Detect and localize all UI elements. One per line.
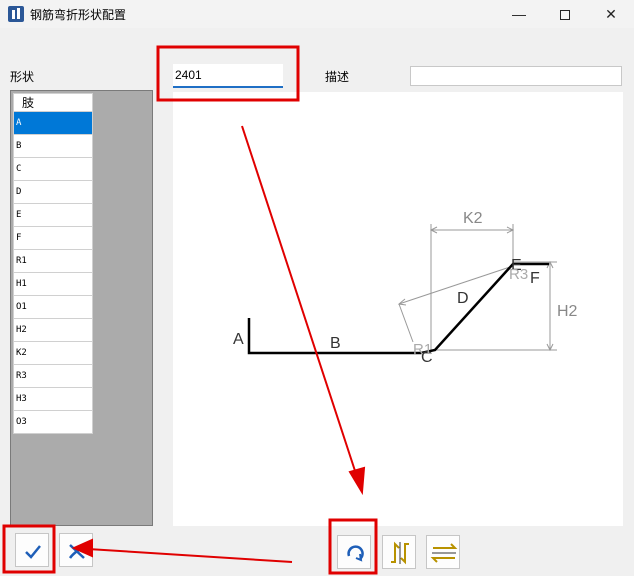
leg-row[interactable]: R3 xyxy=(13,364,93,388)
shape-drawing: A B C D E F R1 R3 K2 H2 xyxy=(233,210,578,366)
leg-cell[interactable]: H2 xyxy=(13,318,93,342)
radius-label-r3: R3 xyxy=(509,266,528,283)
close-button[interactable]: ✕ xyxy=(588,0,634,28)
leg-cell[interactable]: D xyxy=(13,180,93,204)
leg-cell[interactable]: C xyxy=(13,157,93,181)
leg-label-f: F xyxy=(530,270,540,287)
mirror-vertical-button[interactable] xyxy=(426,535,460,569)
leg-row[interactable]: K2 xyxy=(13,341,93,365)
minimize-icon: — xyxy=(512,6,526,22)
mirror-vertical-icon xyxy=(430,543,458,563)
description-input[interactable] xyxy=(410,66,622,86)
leg-label-b: B xyxy=(330,335,341,352)
minimize-button[interactable]: — xyxy=(496,0,542,28)
leg-list-panel: 肢 A B C D E F R1 H1 O1 H2 K2 R3 H3 O3 xyxy=(10,90,153,526)
description-label: 描述 xyxy=(325,70,350,84)
leg-row[interactable]: B xyxy=(13,134,93,158)
shape-preview-canvas[interactable]: A B C D E F R1 R3 K2 H2 xyxy=(173,92,623,526)
leg-row[interactable]: H2 xyxy=(13,318,93,342)
d-extension-line xyxy=(398,303,414,343)
leg-table: 肢 A B C D E F R1 H1 O1 H2 K2 R3 H3 O3 xyxy=(13,93,93,434)
leg-cell[interactable]: E xyxy=(13,203,93,227)
leg-row[interactable]: E xyxy=(13,203,93,227)
confirm-button[interactable] xyxy=(15,533,49,567)
rotate-icon xyxy=(347,545,364,562)
leg-cell[interactable]: F xyxy=(13,226,93,250)
cancel-button[interactable] xyxy=(59,533,93,567)
leg-cell[interactable]: O3 xyxy=(13,410,93,434)
d-dimension-line xyxy=(398,265,514,305)
rebar-shape-path xyxy=(247,262,549,355)
radius-label-r1: R1 xyxy=(413,341,432,358)
leg-row[interactable]: D xyxy=(13,180,93,204)
leg-cell[interactable]: K2 xyxy=(13,341,93,365)
cancel-icon xyxy=(68,544,85,559)
leg-cell[interactable]: A xyxy=(13,111,93,135)
annotation-arrow-to-cancel xyxy=(87,548,293,563)
leg-cell[interactable]: R1 xyxy=(13,249,93,273)
leg-cell[interactable]: R3 xyxy=(13,364,93,388)
leg-row[interactable]: A xyxy=(13,111,93,135)
leg-label-a: A xyxy=(233,331,244,348)
app-logo-icon xyxy=(8,6,24,22)
leg-label-d: D xyxy=(457,290,469,307)
leg-row[interactable]: F xyxy=(13,226,93,250)
leg-column-header: 肢 xyxy=(13,93,93,112)
leg-cell[interactable]: B xyxy=(13,134,93,158)
leg-row[interactable]: C xyxy=(13,157,93,181)
leg-cell[interactable]: H3 xyxy=(13,387,93,411)
leg-row[interactable]: O3 xyxy=(13,410,93,434)
mirror-horizontal-icon xyxy=(391,541,409,565)
shape-code-input[interactable] xyxy=(173,64,283,88)
leg-row[interactable]: O1 xyxy=(13,295,93,319)
dimension-label-h2: H2 xyxy=(557,303,578,320)
title-bar: 钢筋弯折形状配置 — ✕ xyxy=(0,0,634,28)
close-icon: ✕ xyxy=(605,6,617,22)
leg-row[interactable]: R1 xyxy=(13,249,93,273)
maximize-button[interactable] xyxy=(542,0,588,28)
checkmark-icon xyxy=(25,545,41,559)
dimension-label-k2: K2 xyxy=(463,210,483,227)
leg-cell[interactable]: O1 xyxy=(13,295,93,319)
leg-row[interactable]: H3 xyxy=(13,387,93,411)
maximize-icon xyxy=(560,10,570,21)
shape-label: 形状 xyxy=(10,70,35,84)
leg-cell[interactable]: H1 xyxy=(13,272,93,296)
rotate-shape-button[interactable] xyxy=(337,535,371,569)
leg-row[interactable]: H1 xyxy=(13,272,93,296)
mirror-horizontal-button[interactable] xyxy=(382,535,416,569)
window-title: 钢筋弯折形状配置 xyxy=(30,8,127,22)
